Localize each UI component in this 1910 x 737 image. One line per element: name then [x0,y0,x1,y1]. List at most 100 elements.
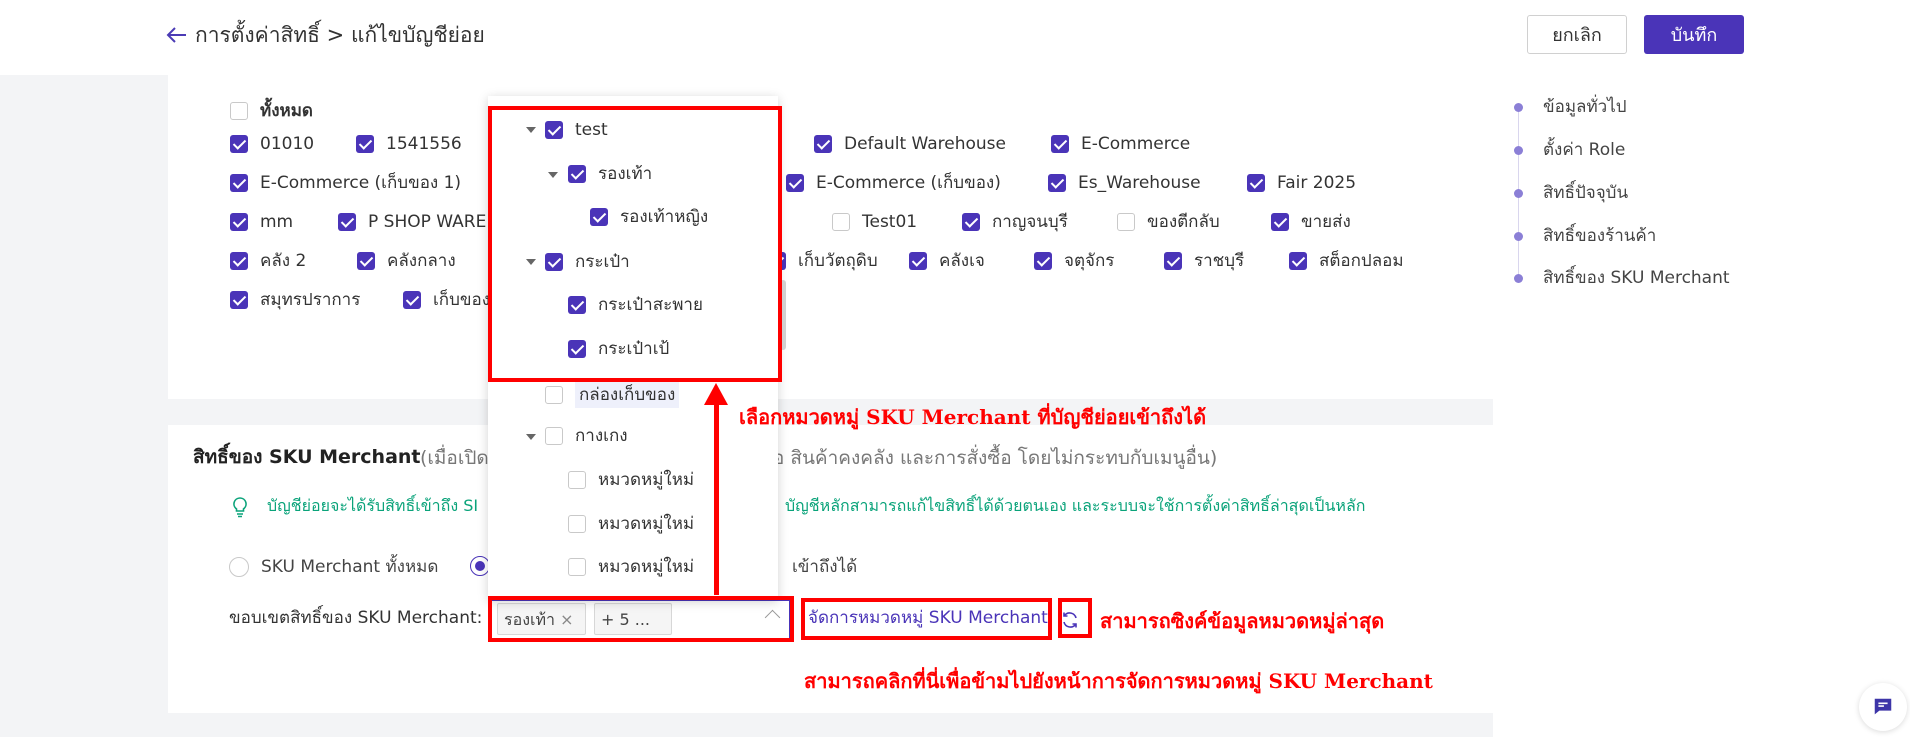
annotation-box [801,598,1052,640]
checkbox-label: E-Commerce (เก็บของ) [816,173,1001,193]
warehouse-checkbox[interactable]: จตุจักร [1034,250,1114,272]
radio-circle[interactable] [470,556,490,576]
checkbox-label: 01010 [260,134,315,154]
lightbulb-icon [233,497,247,518]
checkbox-box[interactable] [814,135,832,153]
radio-label: เข้าถึงได้ [792,557,858,577]
checkbox-label: คลัง 2 [260,251,307,271]
checkbox-box[interactable] [1289,252,1307,270]
checkbox-box[interactable] [786,174,804,192]
tree-item-label: หมวดหมู่ใหม่ [598,514,695,534]
tree-item[interactable]: หมวดหมู่ใหม่ [568,556,694,578]
warehouse-checkbox[interactable]: Fair 2025 [1247,172,1356,194]
nav-item-general-info[interactable]: ข้อมูลทั่วไป [1543,95,1627,119]
warehouse-checkbox[interactable]: เก็บวัตถุดิบ [768,250,878,272]
nav-dot [1514,232,1523,241]
checkbox-label: ทั้งหมด [260,101,313,121]
warehouse-checkbox[interactable]: Test01 [832,211,917,233]
annotation-box [488,106,782,382]
checkbox-box[interactable] [356,135,374,153]
checkbox-label: E-Commerce [1081,134,1191,154]
checkbox-label: mm [260,212,294,232]
warehouse-checkbox[interactable]: สมุทรปราการ [230,289,360,311]
checkbox-box[interactable] [1034,252,1052,270]
tree-item[interactable]: หมวดหมู่ใหม่ [568,469,694,491]
warehouse-checkbox[interactable]: เก็บของ [403,289,490,311]
warehouse-checkbox[interactable]: คลังเจ [909,250,985,272]
nav-dot [1514,189,1523,198]
tree-item[interactable]: กล่องเก็บของ [545,382,680,408]
checkbox-box[interactable] [230,213,248,231]
warehouse-checkbox[interactable]: กาญจนบุรี [962,211,1068,233]
section-note: ซื้อ สินค้าคงคลัง และการสั่งซื้อ โดยไม่ก… [760,447,1218,469]
breadcrumb: การตั้งค่าสิทธิ์ > แก้ไขบัญชีย่อย [195,23,485,47]
checkbox-box[interactable] [230,291,248,309]
warehouse-checkbox[interactable]: E-Commerce [1051,133,1190,155]
warehouse-checkbox[interactable]: คลังกลาง [357,250,456,272]
checkbox-label: ขายส่ง [1301,212,1351,232]
checkbox-box[interactable] [962,213,980,231]
checkbox-box[interactable] [1051,135,1069,153]
warehouse-checkbox[interactable]: 1541556 [356,133,462,155]
checkbox-label: กาญจนบุรี [992,212,1068,232]
tree-item[interactable]: กางเกง [545,425,628,447]
checkbox-box[interactable] [1271,213,1289,231]
checkbox-box[interactable] [545,386,563,404]
warehouse-checkbox[interactable]: 01010 [230,133,314,155]
checkbox-box[interactable] [230,135,248,153]
cancel-button[interactable]: ยกเลิก [1527,15,1627,54]
checkbox-label: ราชบุรี [1194,251,1245,271]
checkbox-box[interactable] [230,102,248,120]
checkbox-box[interactable] [832,213,850,231]
warehouse-checkbox[interactable]: ขายส่ง [1271,211,1351,233]
checkbox-label: Default Warehouse [844,134,1006,154]
nav-item-shop-permissions[interactable]: สิทธิ์ของร้านค้า [1543,224,1656,248]
warehouse-checkbox[interactable]: สต็อกปลอม [1289,250,1404,272]
warehouse-checkbox[interactable]: E-Commerce (เก็บของ 1) [230,172,461,194]
section-note: (เมื่อเปิด [420,447,489,469]
warehouse-checkbox[interactable]: Es_Warehouse [1048,172,1201,194]
scope-label: ขอบเขตสิทธิ์ของ SKU Merchant: [229,608,483,628]
checkbox-label: Es_Warehouse [1078,173,1201,193]
checkbox-box[interactable] [1247,174,1265,192]
checkbox-box[interactable] [338,213,356,231]
checkbox-box[interactable] [1048,174,1066,192]
checkbox-box[interactable] [1117,213,1135,231]
annotation-text: เลือกหมวดหมู่ SKU Merchant ที่บัญชีย่อยเ… [739,405,1207,429]
warehouse-checkbox[interactable]: P SHOP WARE [338,211,486,233]
checkbox-box[interactable] [230,174,248,192]
tip-text: บัญชีหลักสามารถแก้ไขสิทธิ์ได้ด้วยตนเอง แ… [785,496,1366,515]
checkbox-box[interactable] [1164,252,1182,270]
radio-circle[interactable] [229,557,249,577]
checkbox-box[interactable] [909,252,927,270]
radio-all-sku-merchant[interactable]: SKU Merchant ทั้งหมด [229,556,438,578]
checkbox-box[interactable] [568,558,586,576]
checkbox-all[interactable]: ทั้งหมด [230,100,313,122]
checkbox-box[interactable] [568,515,586,533]
checkbox-label: จตุจักร [1064,251,1115,271]
nav-item-current-permissions[interactable]: สิทธิ์ปัจจุบัน [1543,181,1628,205]
warehouse-checkbox[interactable]: ราชบุรี [1164,250,1244,272]
checkbox-box[interactable] [230,252,248,270]
warehouse-checkbox[interactable]: คลัง 2 [230,250,306,272]
section-title: สิทธิ์ของ SKU Merchant [193,446,421,468]
warehouse-checkbox[interactable]: E-Commerce (เก็บของ) [786,172,1001,194]
tree-item-label: กล่องเก็บของ [575,382,680,408]
checkbox-box[interactable] [357,252,375,270]
back-arrow-icon[interactable] [166,24,188,46]
warehouse-checkbox[interactable]: Default Warehouse [814,133,1006,155]
warehouse-checkbox[interactable]: ของตีกลับ [1117,211,1220,233]
nav-item-role-settings[interactable]: ตั้งค่า Role [1543,138,1625,162]
tip-text: บัญชีย่อยจะได้รับสิทธิ์เข้าถึง SI [267,496,479,515]
annotation-text: สามารถซิงค์ข้อมูลหมวดหมู่ล่าสุด [1100,609,1385,633]
warehouse-checkbox[interactable]: mm [230,211,293,233]
save-button[interactable]: บันทึก [1644,15,1744,54]
chat-button[interactable] [1859,683,1907,731]
caret-down-icon[interactable] [526,434,536,440]
checkbox-box[interactable] [545,427,563,445]
checkbox-box[interactable] [568,471,586,489]
checkbox-box[interactable] [403,291,421,309]
nav-item-sku-merchant-permissions[interactable]: สิทธิ์ของ SKU Merchant [1543,266,1730,290]
checkbox-label: คลังเจ [939,251,985,271]
tree-item[interactable]: หมวดหมู่ใหม่ [568,513,694,535]
